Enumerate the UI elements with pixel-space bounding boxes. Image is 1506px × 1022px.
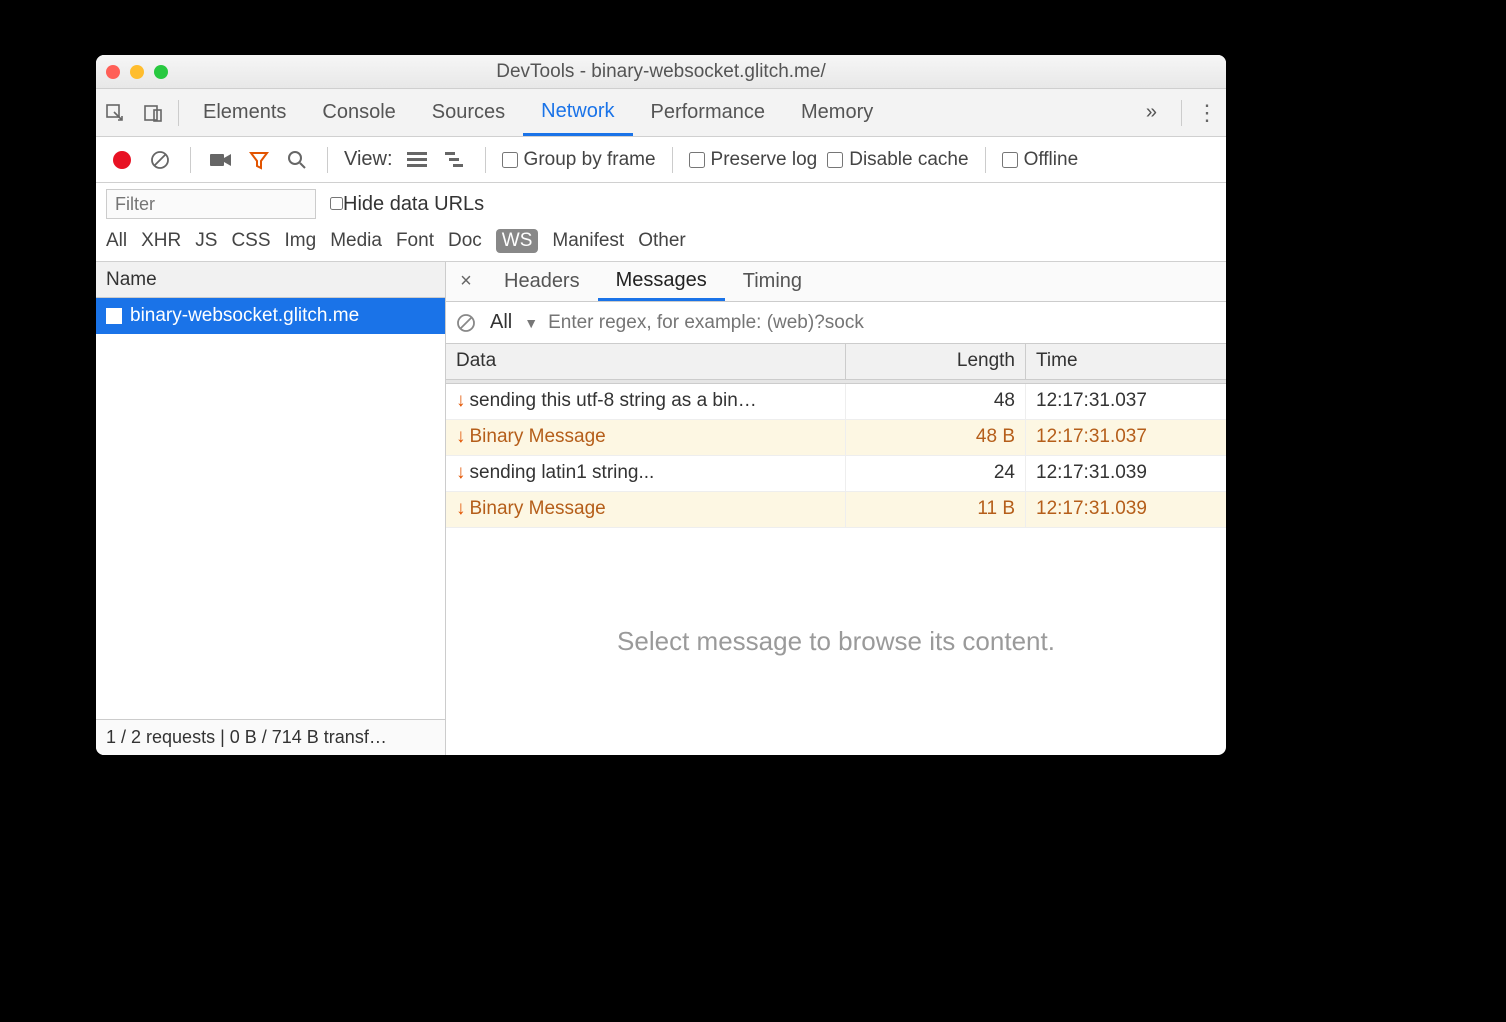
search-icon[interactable]	[283, 146, 311, 174]
tab-memory[interactable]: Memory	[783, 89, 891, 136]
messages-filter-bar: All ▼	[446, 302, 1226, 344]
type-filter-font[interactable]: Font	[396, 230, 434, 252]
request-row[interactable]: binary-websocket.glitch.me	[96, 298, 445, 334]
device-toolbar-icon[interactable]	[134, 94, 172, 132]
titlebar: DevTools - binary-websocket.glitch.me/	[96, 55, 1226, 89]
message-row[interactable]: ↓Binary Message48 B12:17:31.037	[446, 420, 1226, 456]
message-data: ↓Binary Message	[446, 492, 846, 527]
network-toolbar: View: Group by frame Preserve log Disabl…	[96, 137, 1226, 183]
type-filter-doc[interactable]: Doc	[448, 230, 482, 252]
column-data[interactable]: Data	[446, 344, 846, 379]
message-row[interactable]: ↓sending latin1 string...2412:17:31.039	[446, 456, 1226, 492]
messages-regex-input[interactable]	[548, 312, 1216, 334]
window-title: DevTools - binary-websocket.glitch.me/	[96, 61, 1226, 83]
messages-scope-select[interactable]: All ▼	[490, 311, 538, 334]
inspect-element-icon[interactable]	[96, 94, 134, 132]
message-data: ↓sending this utf-8 string as a bin…	[446, 384, 846, 419]
content-area: Name binary-websocket.glitch.me 1 / 2 re…	[96, 262, 1226, 755]
devtools-window: DevTools - binary-websocket.glitch.me/ E…	[96, 55, 1226, 755]
detail-tabs: × HeadersMessagesTiming	[446, 262, 1226, 302]
requests-header: Name	[96, 262, 445, 298]
filter-input[interactable]	[106, 189, 316, 219]
large-rows-icon[interactable]	[403, 146, 431, 174]
divider	[1181, 100, 1182, 126]
divider	[327, 147, 328, 173]
tab-sources[interactable]: Sources	[414, 89, 523, 136]
offline-checkbox[interactable]: Offline	[1002, 149, 1079, 171]
message-time: 12:17:31.039	[1026, 492, 1226, 527]
requests-footer: 1 / 2 requests | 0 B / 714 B transf…	[96, 719, 445, 755]
record-button[interactable]	[108, 146, 136, 174]
divider	[178, 100, 179, 126]
filter-bar: Hide data URLs All XHR JS CSS Img Media Font Do…	[96, 183, 1226, 262]
messages-header-row: Data Length Time	[446, 344, 1226, 380]
clear-icon[interactable]	[146, 146, 174, 174]
message-row[interactable]: ↓Binary Message11 B12:17:31.039	[446, 492, 1226, 528]
message-length: 48	[846, 384, 1026, 419]
detail-tab-messages[interactable]: Messages	[598, 262, 725, 301]
more-tabs-button[interactable]: »	[1128, 101, 1175, 124]
main-tabs: ElementsConsoleSourcesNetworkPerformance…	[96, 89, 1226, 137]
close-icon[interactable]: ×	[446, 270, 486, 293]
detail-pane: × HeadersMessagesTiming All ▼ Data Lengt…	[446, 262, 1226, 755]
message-length: 11 B	[846, 492, 1026, 527]
tab-network[interactable]: Network	[523, 89, 632, 136]
divider	[985, 147, 986, 173]
tab-performance[interactable]: Performance	[633, 89, 784, 136]
hide-data-urls-checkbox[interactable]: Hide data URLs	[330, 193, 484, 216]
type-filter-img[interactable]: Img	[285, 230, 317, 252]
type-filter-css[interactable]: CSS	[231, 230, 270, 252]
tab-elements[interactable]: Elements	[185, 89, 304, 136]
divider	[672, 147, 673, 173]
message-length: 24	[846, 456, 1026, 491]
detail-tab-timing[interactable]: Timing	[725, 262, 820, 301]
group-by-frame-checkbox[interactable]: Group by frame	[502, 149, 656, 171]
message-time: 12:17:31.037	[1026, 420, 1226, 455]
resource-type-filters: All XHR JS CSS Img Media Font Doc WS Manifest Othe…	[96, 225, 1226, 261]
type-filter-media[interactable]: Media	[330, 230, 382, 252]
type-filter-all[interactable]: All	[106, 230, 127, 252]
tab-console[interactable]: Console	[304, 89, 413, 136]
filter-icon[interactable]	[245, 146, 273, 174]
waterfall-icon[interactable]	[441, 146, 469, 174]
message-time: 12:17:31.037	[1026, 384, 1226, 419]
request-name: binary-websocket.glitch.me	[130, 305, 359, 327]
divider	[190, 147, 191, 173]
file-icon	[106, 308, 122, 324]
type-filter-xhr[interactable]: XHR	[141, 230, 181, 252]
type-filter-js[interactable]: JS	[195, 230, 217, 252]
view-label: View:	[344, 148, 393, 171]
arrow-down-icon: ↓	[456, 390, 466, 411]
message-row[interactable]: ↓sending this utf-8 string as a bin…4812…	[446, 384, 1226, 420]
type-filter-ws[interactable]: WS	[496, 229, 539, 253]
message-length: 48 B	[846, 420, 1026, 455]
disable-cache-checkbox[interactable]: Disable cache	[827, 149, 968, 171]
kebab-menu-icon[interactable]: ⋮	[1188, 94, 1226, 132]
message-data: ↓Binary Message	[446, 420, 846, 455]
clear-messages-icon[interactable]	[456, 313, 480, 333]
requests-pane: Name binary-websocket.glitch.me 1 / 2 re…	[96, 262, 446, 755]
message-time: 12:17:31.039	[1026, 456, 1226, 491]
detail-tab-headers[interactable]: Headers	[486, 262, 598, 301]
type-filter-manifest[interactable]: Manifest	[552, 230, 624, 252]
chevron-down-icon: ▼	[524, 315, 538, 331]
message-content-placeholder: Select message to browse its content.	[446, 528, 1226, 755]
arrow-down-icon: ↓	[456, 462, 466, 483]
tabs-overflow: » ⋮	[1128, 94, 1226, 132]
column-time[interactable]: Time	[1026, 344, 1226, 379]
preserve-log-checkbox[interactable]: Preserve log	[689, 149, 818, 171]
arrow-down-icon: ↓	[456, 498, 466, 519]
column-length[interactable]: Length	[846, 344, 1026, 379]
arrow-down-icon: ↓	[456, 426, 466, 447]
message-data: ↓sending latin1 string...	[446, 456, 846, 491]
type-filter-other[interactable]: Other	[638, 230, 686, 252]
camera-icon[interactable]	[207, 146, 235, 174]
divider	[485, 147, 486, 173]
